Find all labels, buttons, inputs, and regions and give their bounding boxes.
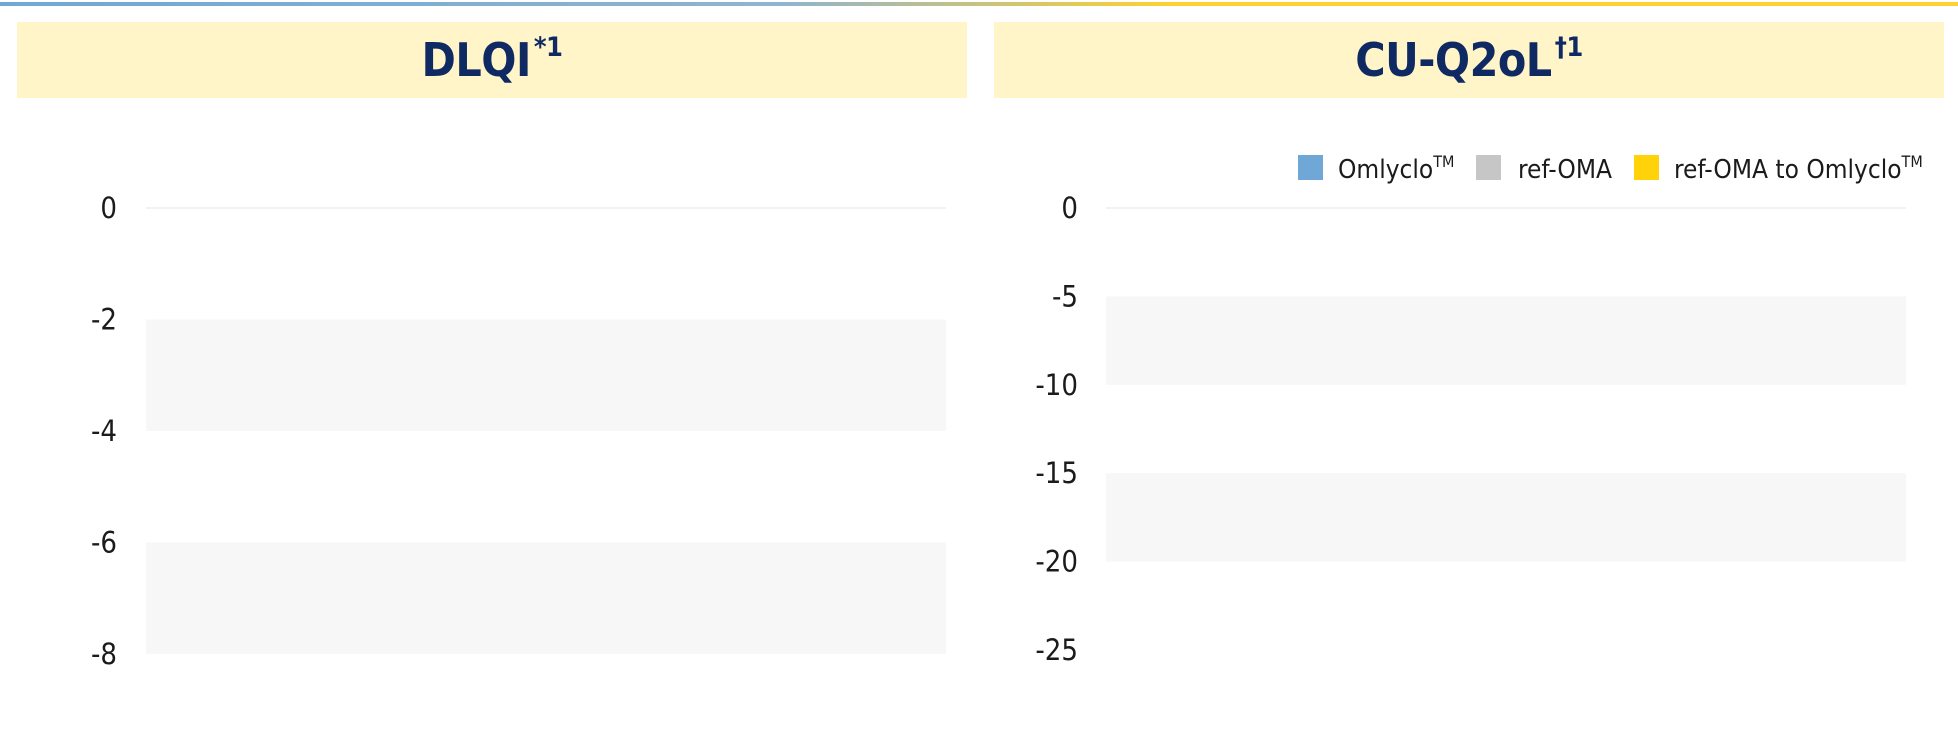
legend-label: ref-OMA to OmlycloTM bbox=[1674, 152, 1923, 185]
gray-square-icon bbox=[1476, 155, 1501, 180]
cuq2ol-grid-band bbox=[1106, 473, 1906, 562]
cuq2ol-y-tick-label: -15 bbox=[1035, 456, 1078, 490]
dlqi-grid-band bbox=[146, 542, 946, 654]
cuq2ol-y-tick-label: -5 bbox=[1052, 279, 1078, 313]
dlqi-y-tick-label: -4 bbox=[91, 414, 117, 448]
cuq2ol-y-tick-label: -25 bbox=[1035, 633, 1078, 667]
legend-label: ref-OMA bbox=[1518, 155, 1612, 185]
dlqi-y-tick-label: -6 bbox=[91, 526, 117, 560]
cuq2ol-chart: 0 -5 -10 -15 -20 -25 OmlycloTM ref-OMA ref-OMA t… bbox=[1035, 152, 1923, 667]
dlqi-chart: 0 -2 -4 -6 -8 bbox=[91, 191, 946, 671]
dlqi-y-tick-label: 0 bbox=[100, 191, 117, 225]
legend-label: OmlycloTM bbox=[1338, 152, 1454, 185]
dlqi-y-tick-label: -2 bbox=[91, 303, 117, 337]
dlqi-y-tick-label: -8 bbox=[91, 637, 117, 671]
cuq2ol-y-tick-label: -10 bbox=[1035, 368, 1078, 402]
cuq2ol-y-tick-label: -20 bbox=[1035, 545, 1078, 579]
cuq2ol-grid-band bbox=[1106, 296, 1906, 385]
cuq2ol-y-tick-label: 0 bbox=[1061, 191, 1078, 225]
blue-square-icon bbox=[1298, 155, 1323, 180]
dlqi-grid-band bbox=[146, 319, 946, 431]
cuq2ol-legend: OmlycloTM ref-OMA ref-OMA to OmlycloTM bbox=[1298, 152, 1923, 185]
yellow-square-icon bbox=[1634, 155, 1659, 180]
